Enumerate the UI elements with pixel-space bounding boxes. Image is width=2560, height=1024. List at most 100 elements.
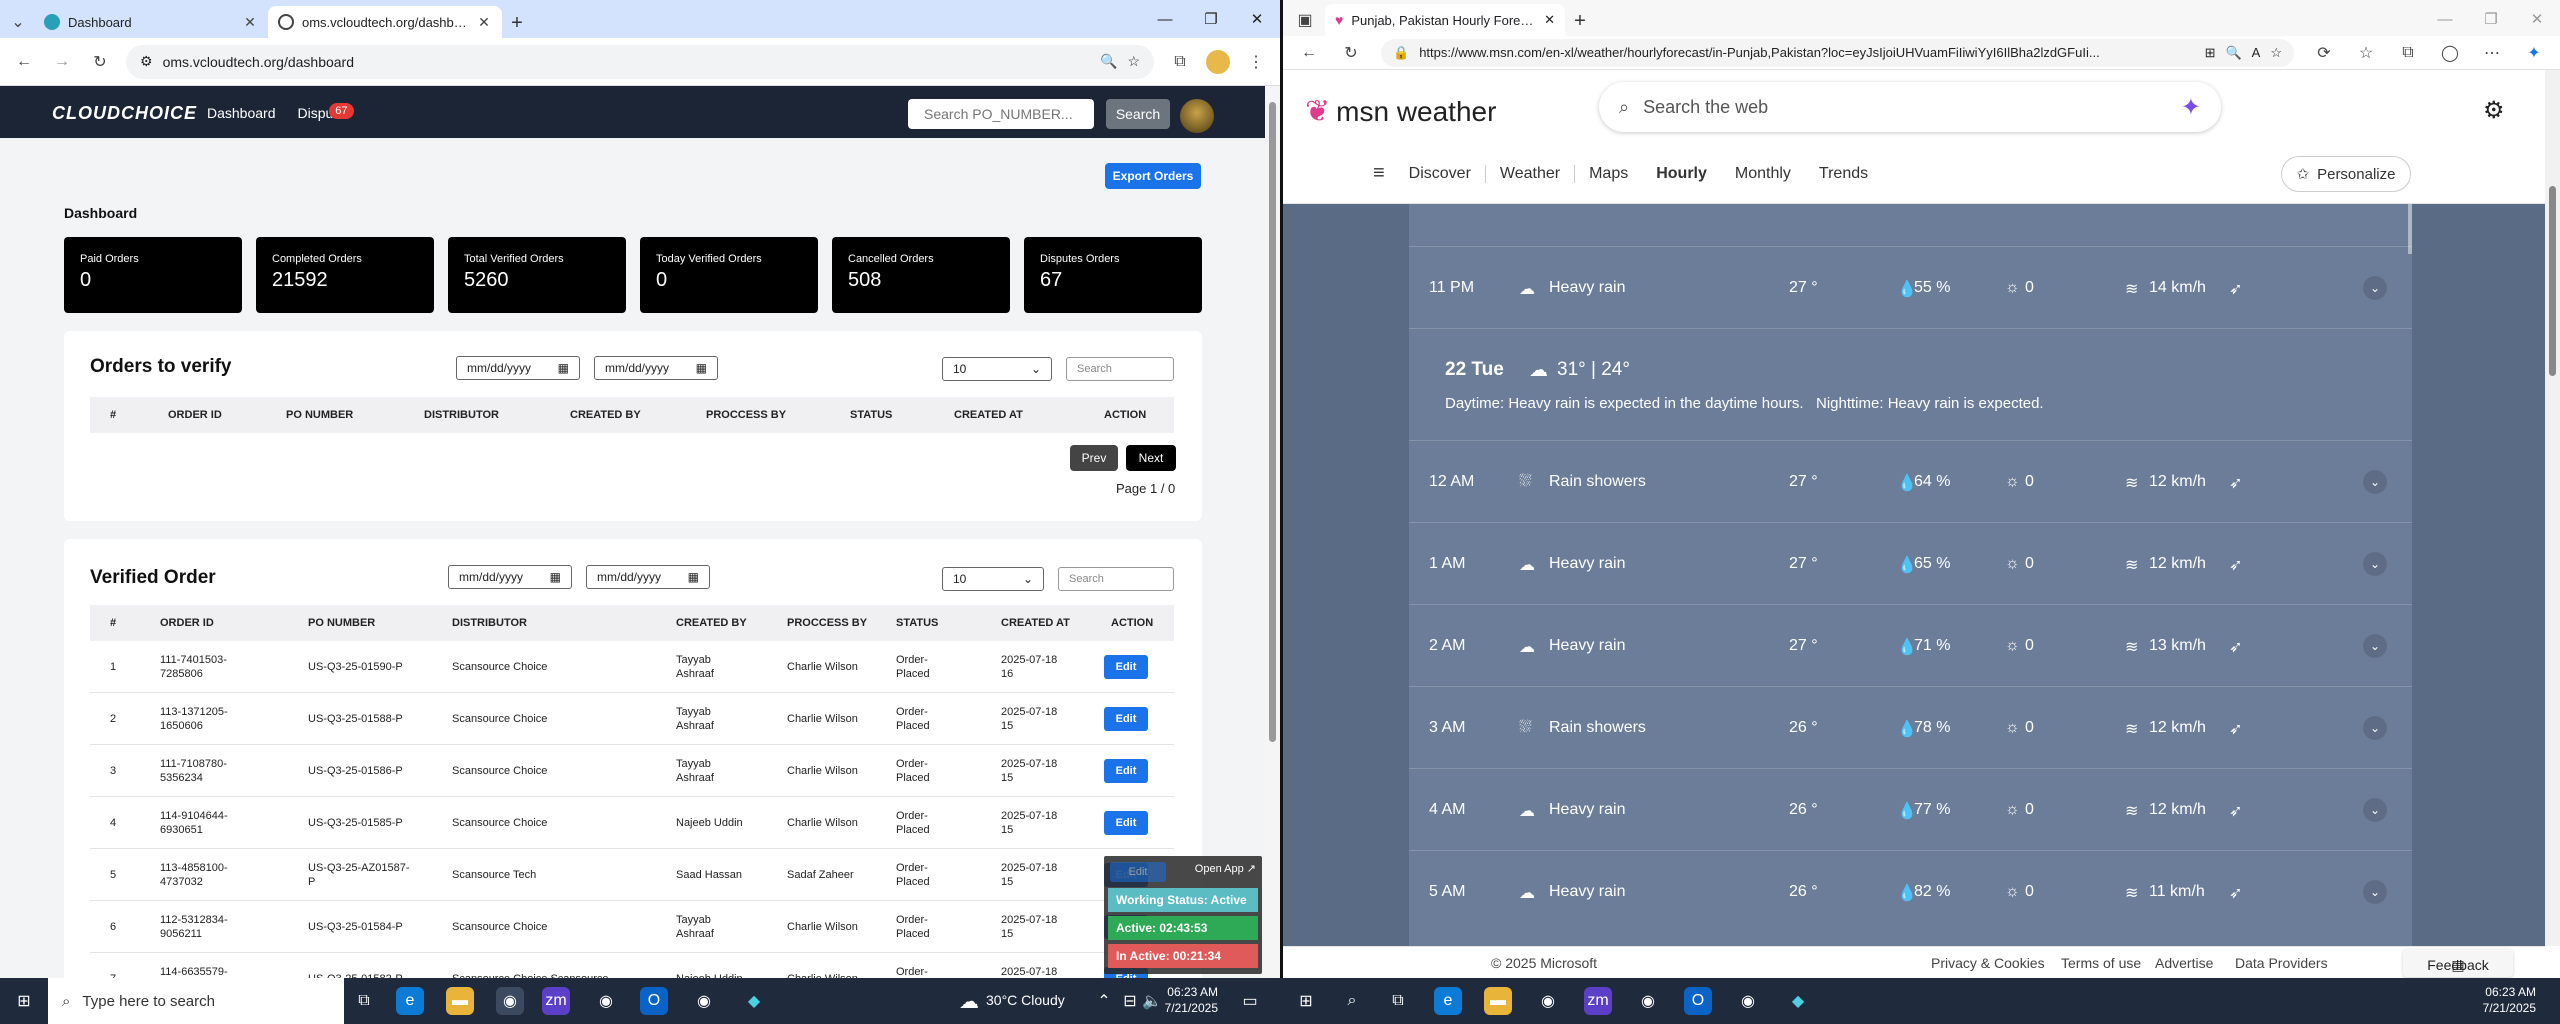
windows-start-icon[interactable]: ⊞ [10, 987, 38, 1015]
settings-more-icon[interactable]: ⋯ [2480, 41, 2504, 65]
address-bar[interactable]: 🔒 https://www.msn.com/en-xl/weather/hour… [1381, 38, 2294, 67]
hourly-row[interactable]: 3 AM ⛆ Rain showers 26 ° 💧 78 % ☼ 0 ≋ 12 km/h ➶ ⌄ [1409, 686, 2412, 768]
footer-link-advertise[interactable]: Advertise [2155, 955, 2213, 971]
back-icon[interactable]: ← [1297, 41, 1321, 65]
chrome-taskbar-icon-5[interactable]: ◉ [1634, 987, 1662, 1015]
nav-disputes[interactable]: Dispu [298, 105, 334, 121]
taskbar-weather[interactable]: 30°C Cloudy [986, 992, 1065, 1008]
nav-maps[interactable]: Maps [1589, 165, 1628, 183]
scrollbar-thumb[interactable] [1269, 102, 1276, 742]
reload-icon[interactable]: ↻ [88, 50, 112, 74]
edit-button[interactable]: Edit [1104, 655, 1148, 679]
file-explorer-icon[interactable]: ▬ [446, 987, 474, 1015]
minimize-icon[interactable]: — [2422, 0, 2468, 38]
hourly-row[interactable]: 1 AM ☁ Heavy rain 27 ° 💧 65 % ☼ 0 ≋ 12 km/h ➶ ⌄ [1409, 522, 2412, 604]
personalize-button[interactable]: ✩ Personalize [2281, 156, 2411, 192]
cloudchoice-logo[interactable]: CLOUDCHOICE [52, 103, 207, 124]
tab-search-icon[interactable]: ⌄ [6, 10, 30, 34]
close-window-icon[interactable]: ✕ [1234, 0, 1280, 38]
minimize-icon[interactable]: — [1142, 0, 1188, 38]
edit-button[interactable]: Edit [1104, 811, 1148, 835]
close-window-icon[interactable]: ✕ [2514, 0, 2560, 38]
po-search-input[interactable] [908, 99, 1094, 129]
right-clock[interactable]: 06:23 AM 7/21/2025 [2470, 984, 2536, 1016]
chevron-down-icon[interactable]: ⌄ [2363, 470, 2387, 494]
hamburger-menu-icon[interactable]: ≡ [1373, 162, 1385, 185]
profile-icon[interactable] [1206, 49, 1230, 74]
verify-search-input[interactable]: Search [1066, 357, 1174, 381]
page-size-select[interactable]: 10 ⌄ [942, 357, 1052, 381]
hourly-row[interactable]: 12 AM ⛆ Rain showers 27 ° 💧 64 % ☼ 0 ≋ 12 km/h ➶ ⌄ [1409, 440, 2412, 522]
left-clock[interactable]: 06:23 AM 7/21/2025 [1158, 984, 1218, 1016]
notification-icon[interactable]: ▭ [1236, 987, 1264, 1015]
tab-oms-dashboard[interactable]: oms.vcloudtech.org/dashboard ✕ [268, 6, 502, 38]
zoom-app-icon[interactable]: zm [542, 987, 570, 1015]
extensions-icon[interactable]: ⧉ [1168, 50, 1192, 74]
system-tray-icons[interactable]: ⌃ [1090, 987, 1118, 1015]
refresh-extension-icon[interactable]: ⟳ [2312, 41, 2336, 65]
edge-taskbar-icon[interactable]: e [396, 987, 424, 1015]
hourly-row[interactable]: 11 PM ☁ Heavy rain 27 ° 💧 55 % ☼ 0 ≋ 14 km/h ➶ ⌄ [1409, 246, 2412, 328]
favorite-star-icon[interactable]: ☆ [2270, 45, 2282, 61]
hourly-row[interactable]: 4 AM ☁ Heavy rain 26 ° 💧 77 % ☼ 0 ≋ 12 km/h ➶ ⌄ [1409, 768, 2412, 850]
chrome-taskbar-icon-6[interactable]: ◉ [1734, 987, 1762, 1015]
zoom-icon[interactable]: 🔍 [2225, 45, 2241, 61]
calendar-icon[interactable]: ▦ [558, 361, 569, 375]
tab-msn-weather[interactable]: ♥ Punjab, Pakistan Hourly Forecast ✕ [1325, 4, 1565, 36]
prev-page-button[interactable]: Prev [1070, 445, 1118, 471]
read-aloud-icon[interactable]: A [2252, 45, 2261, 60]
user-avatar[interactable] [1180, 99, 1214, 133]
forward-icon[interactable]: → [50, 50, 74, 74]
favorites-icon[interactable]: ☆ [2354, 41, 2378, 65]
outlook-icon[interactable]: O [640, 987, 668, 1015]
bookmark-star-icon[interactable]: ☆ [1127, 53, 1140, 70]
nav-monthly[interactable]: Monthly [1735, 165, 1791, 183]
outlook-icon-2[interactable]: O [1684, 987, 1712, 1015]
copilot-icon[interactable]: ✦ [2522, 41, 2546, 65]
verified-search-input[interactable]: Search [1058, 567, 1174, 591]
zoom-app-icon-2[interactable]: zm [1584, 987, 1612, 1015]
maximize-icon[interactable]: ❐ [2468, 0, 2514, 38]
footer-link-terms[interactable]: Terms of use [2061, 955, 2141, 971]
app-available-icon[interactable]: ⊞ [2205, 45, 2216, 61]
calendar-icon[interactable]: ▦ [688, 570, 699, 584]
nav-weather[interactable]: Weather [1500, 165, 1560, 183]
web-search-box[interactable]: ⌕ Search the web ✦ [1599, 82, 2221, 132]
footer-link-data-providers[interactable]: Data Providers [2235, 955, 2328, 971]
close-tab-icon[interactable]: ✕ [242, 14, 258, 31]
page-size-select[interactable]: 10 ⌄ [942, 567, 1044, 591]
next-page-button[interactable]: Next [1126, 445, 1176, 471]
app-taskbar-icon-2[interactable]: ◆ [1784, 987, 1812, 1015]
nav-hourly[interactable]: Hourly [1656, 165, 1707, 183]
page-scrollbar[interactable] [1265, 86, 1280, 978]
open-app-link[interactable]: Open App ↗ [1195, 862, 1256, 875]
from-date-input[interactable]: mm/dd/yyyy ▦ [456, 356, 580, 380]
profile-icon[interactable]: ◯ [2438, 41, 2462, 65]
scrollbar-thumb[interactable] [2549, 186, 2556, 376]
windows-start-icon-2[interactable]: ⊞ [1292, 987, 1320, 1015]
nav-trends[interactable]: Trends [1819, 165, 1868, 183]
chrome-taskbar-icon[interactable]: ◉ [496, 987, 524, 1015]
chevron-down-icon[interactable]: ⌄ [2363, 552, 2387, 576]
footer-link-privacy[interactable]: Privacy & Cookies [1931, 955, 2045, 971]
export-orders-button[interactable]: Export Orders [1105, 163, 1201, 189]
site-info-icon[interactable]: ⚙ [140, 53, 153, 70]
edit-button[interactable]: Edit [1104, 759, 1148, 783]
hourly-row[interactable]: 5 AM ☁ Heavy rain 26 ° 💧 82 % ☼ 0 ≋ 11 km/h ➶ ⌄ [1409, 850, 2412, 932]
hourly-row[interactable]: 2 AM ☁ Heavy rain 27 ° 💧 71 % ☼ 0 ≋ 13 km/h ➶ ⌄ [1409, 604, 2412, 686]
chevron-down-icon[interactable]: ⌄ [2363, 716, 2387, 740]
chevron-down-icon[interactable]: ⌄ [2363, 880, 2387, 904]
chevron-down-icon[interactable]: ⌄ [2363, 798, 2387, 822]
copilot-icon[interactable]: ✦ [2181, 93, 2201, 122]
address-bar[interactable]: ⚙ oms.vcloudtech.org/dashboard 🔍 ☆ [126, 44, 1154, 79]
file-explorer-icon-2[interactable]: ▬ [1484, 987, 1512, 1015]
close-tab-icon[interactable]: ✕ [476, 14, 492, 31]
calendar-icon[interactable]: ▦ [550, 570, 561, 584]
zoom-icon[interactable]: 🔍 [1100, 53, 1117, 70]
from-date-input[interactable]: mm/dd/yyyy ▦ [448, 565, 572, 589]
chrome-menu-icon[interactable]: ⋮ [1244, 50, 1268, 74]
close-tab-icon[interactable]: ✕ [1544, 12, 1555, 28]
chrome-taskbar-icon-4[interactable]: ◉ [1534, 987, 1562, 1015]
chrome-taskbar-icon-3[interactable]: ◉ [690, 987, 718, 1015]
app-taskbar-icon[interactable]: ◆ [740, 987, 768, 1015]
